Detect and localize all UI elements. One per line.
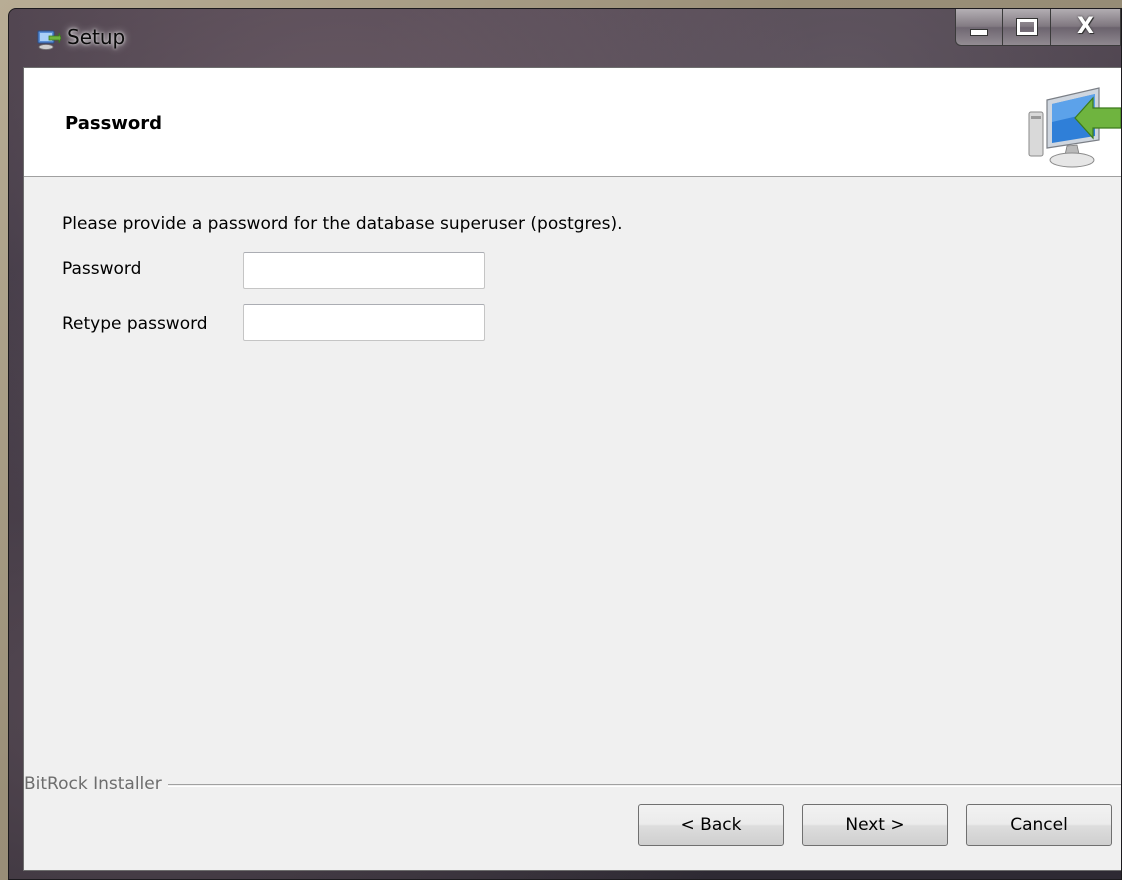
retype-password-input[interactable] bbox=[243, 304, 485, 341]
back-button[interactable]: < Back bbox=[638, 804, 784, 846]
installer-brand: BitRock Installer bbox=[24, 774, 168, 794]
page-header: Password bbox=[24, 68, 1121, 177]
title-bar[interactable]: Setup X bbox=[9, 9, 1121, 67]
computer-install-icon bbox=[1028, 87, 1121, 168]
minimize-button[interactable] bbox=[955, 9, 1003, 46]
setup-window: Setup X Password Please provide a passwo… bbox=[8, 8, 1122, 880]
maximize-button[interactable] bbox=[1003, 9, 1051, 46]
password-input[interactable] bbox=[243, 252, 485, 289]
footer-divider bbox=[24, 784, 1121, 786]
page-title: Password bbox=[65, 113, 163, 134]
close-button[interactable]: X bbox=[1051, 9, 1121, 46]
instruction-text: Please provide a password for the databa… bbox=[62, 214, 623, 234]
cancel-button[interactable]: Cancel bbox=[966, 804, 1112, 846]
minimize-icon bbox=[970, 28, 988, 36]
next-button[interactable]: Next > bbox=[802, 804, 948, 846]
maximize-icon bbox=[1015, 18, 1038, 36]
password-label: Password bbox=[62, 259, 142, 279]
caption-buttons: X bbox=[955, 9, 1121, 47]
retype-password-label: Retype password bbox=[62, 314, 208, 334]
window-title: Setup bbox=[67, 25, 126, 49]
close-icon: X bbox=[1077, 14, 1094, 39]
setup-app-icon bbox=[37, 30, 61, 50]
client-area: Password Please provide a password for t… bbox=[23, 67, 1121, 871]
